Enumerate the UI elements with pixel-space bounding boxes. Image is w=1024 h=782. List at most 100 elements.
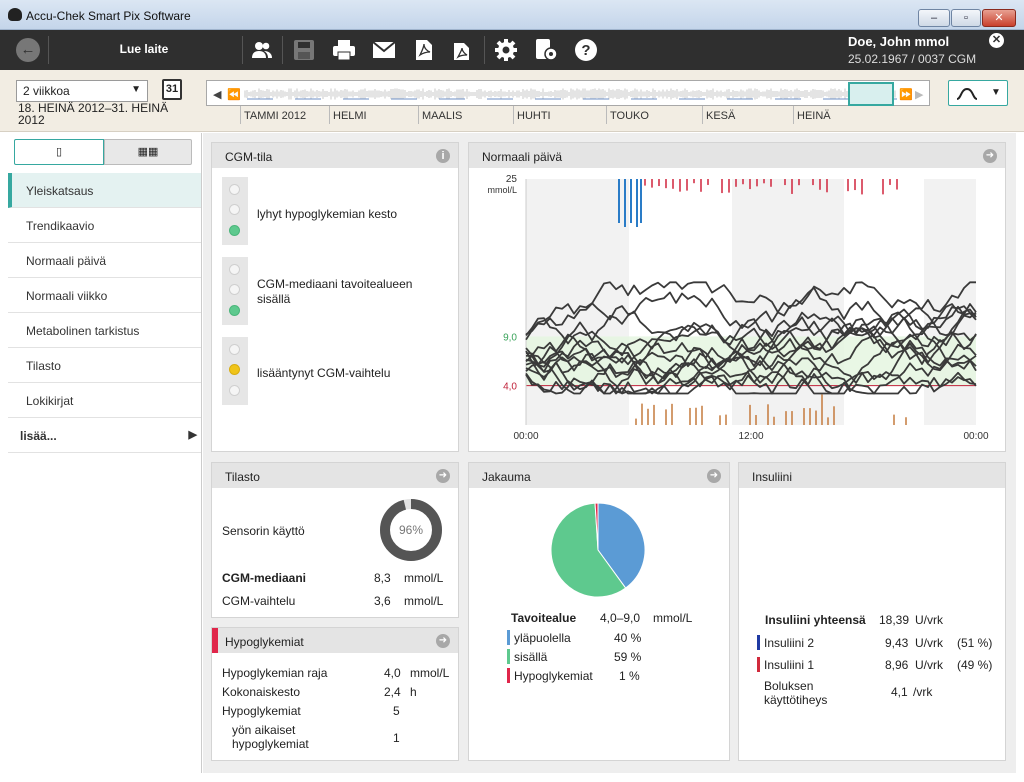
insulin-2-unit: U/vrk [915,636,943,650]
hypo-count-label: Hypoglykemiat [222,704,301,718]
back-icon[interactable]: ← [16,38,40,62]
x-axis-label-noon: 12:00 [738,431,763,442]
hypo-count-value: 5 [393,704,400,718]
arrow-right-icon[interactable]: ➜ [436,469,450,483]
insulin-panel: Insuliini Insuliini yhteensä 18,39 U/vrk… [738,462,1006,761]
insulin-1-unit: U/vrk [915,658,943,672]
traffic-light-3 [222,337,248,405]
grid-icon: ▦▦ [137,146,159,158]
cgm-median-value: 8,3 [374,571,391,585]
pdf-icon[interactable] [412,38,436,62]
chevron-right-icon: ▶ [188,429,197,441]
timeline-month-label: TOUKO [610,110,649,122]
insulin-1-swatch [757,657,760,672]
hypo-limit-value: 4,0 [384,666,401,680]
timeline-ticks: ◀ ⏪ ⏩ ▶ [213,82,924,106]
hypo-duration-label: Kokonaiskesto [222,685,301,699]
print-icon[interactable] [332,38,356,62]
hypoglycemia-panel: Hypoglykemiat ➜ Hypoglykemian raja 4,0 m… [211,627,459,761]
y-axis-top-label: 25 [506,174,518,185]
pdf-export-icon[interactable] [452,38,476,62]
cgm-row-3-label: lisääntynyt CGM-vaihtelu [257,366,391,380]
statistics-title: Tilasto [212,463,458,488]
arrow-right-icon[interactable]: ➜ [983,149,997,163]
timeline-selection-handle[interactable] [848,82,894,106]
save-icon[interactable] [292,38,316,62]
help-icon[interactable]: ? [574,38,598,62]
sidebar-item-logbooks[interactable]: Lokikirjat [8,383,201,418]
normal-day-title: Normaali päivä [469,143,1005,168]
normal-day-chart: 25mmol/L 9,0 4,0 00:00 12:00 00:00 [487,174,988,442]
hypo-duration-unit: h [410,685,417,699]
sidebar-item-trend[interactable]: Trendikaavio [8,208,201,243]
mail-icon[interactable] [372,38,396,62]
sidebar-item-metabolic[interactable]: Metabolinen tarkistus [8,313,201,348]
insulin-2-label: Insuliini 2 [764,636,815,650]
close-window-button[interactable]: ✕ [982,9,1016,27]
curve-mode-select[interactable]: ▼ [948,80,1008,106]
y-axis-unit-label: mmol/L [487,185,517,195]
sidebar-item-normal-week[interactable]: Normaali viikko [8,278,201,313]
insulin-1-value: 8,96 [885,658,909,672]
settings-gear-icon[interactable] [494,38,518,62]
y-axis-high-label: 9,0 [503,332,517,343]
above-label: yläpuolella [514,631,571,645]
hypo-legend-swatch [507,668,510,683]
patient-info: 25.02.1967 / 0037 CGM [848,52,977,66]
distribution-pie [550,502,646,598]
timeline-month-label: MAALIS [422,110,463,122]
cgm-median-unit: mmol/L [404,571,444,585]
cgm-row-1-label: lyhyt hypoglykemian kesto [257,207,398,221]
cgm-variability-unit: mmol/L [404,594,444,608]
device-settings-icon[interactable] [534,38,558,62]
insulin-2-value: 9,43 [885,636,909,650]
traffic-light-1 [222,177,248,245]
svg-text:⏩: ⏩ [899,88,913,101]
maximize-button[interactable]: ▫ [951,9,981,27]
single-view-toggle[interactable]: ▯ [14,139,104,165]
calendar-icon[interactable]: 31 [162,79,182,100]
minimize-button[interactable]: – [918,9,950,27]
timeline-scrubber[interactable]: ◀ ⏪ ⏩ ▶ [206,80,930,106]
period-select[interactable]: 2 viikkoa ▼ [16,80,148,102]
timeline-left-icon[interactable]: ◀ [213,89,222,101]
dashboard: CGM-tila i lyhyt hypoglykemian kesto CGM… [203,133,1016,773]
hypo-duration-value: 2,4 [384,685,401,699]
sensor-usage-label: Sensorin käyttö [222,524,305,538]
users-icon[interactable] [250,38,274,62]
cgm-status-title: CGM-tila [212,143,458,168]
single-column-icon: ▯ [55,146,63,158]
cgm-row-2-label: CGM-mediaani tavoitealueen sisällä [257,277,413,306]
app-logo-icon [8,8,22,21]
bolus-frequency-unit: /vrk [913,685,933,699]
window-title: Accu-Chek Smart Pix Software [26,9,191,23]
insulin-total-label: Insuliini yhteensä [765,613,866,627]
bolus-frequency-value: 4,1 [891,685,908,699]
curve-icon [956,87,978,100]
sidebar-more[interactable]: lisää... ▶ [8,418,201,453]
arrow-right-icon[interactable]: ➜ [707,469,721,483]
sidebar-item-statistics[interactable]: Tilasto [8,348,201,383]
sidebar-more-label: lisää... [20,429,57,443]
timeline-rewind-icon[interactable]: ⏪ [227,88,241,101]
insulin-2-swatch [757,635,760,650]
timeline-month-label: HUHTI [517,110,551,122]
x-axis-label-end: 00:00 [963,431,988,442]
sensor-usage-value: 96% [398,523,424,537]
inside-label: sisällä [514,650,548,664]
sidebar-item-overview[interactable]: Yleiskatsaus [8,173,201,208]
grid-view-toggle[interactable]: ▦▦ [104,139,192,165]
arrow-right-icon[interactable]: ➜ [436,634,450,648]
info-icon[interactable]: i [436,149,450,163]
above-value: 40 % [614,631,642,645]
svg-text:▶: ▶ [915,89,924,101]
target-range-unit: mmol/L [653,611,693,625]
patient-name: Doe, John mmol [848,34,950,49]
read-device-button[interactable]: Lue laite [48,42,240,56]
distribution-title: Jakauma [469,463,729,488]
inside-value: 59 % [614,650,642,664]
inside-legend-swatch [507,649,510,664]
cgm-variability-value: 3,6 [374,594,391,608]
close-patient-icon[interactable]: ✕ [989,33,1004,48]
sidebar-item-normal-day[interactable]: Normaali päivä [8,243,201,278]
